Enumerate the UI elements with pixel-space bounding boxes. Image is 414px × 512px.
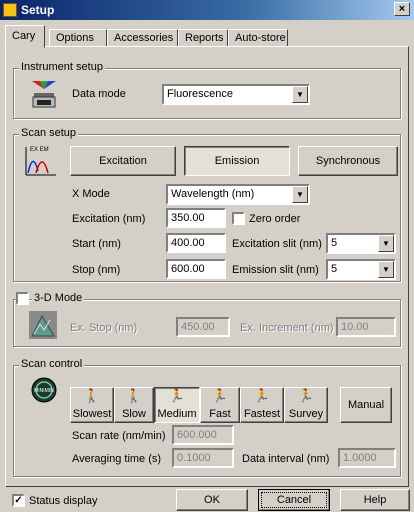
ex-em-icon-caption: EX EM	[30, 147, 49, 153]
scan-setup-legend: Scan setup	[19, 127, 79, 139]
excitation-nm-input[interactable]: 350.00	[166, 208, 226, 228]
help-button[interactable]: Help	[340, 489, 410, 511]
speed-label: Survey	[288, 408, 324, 420]
app-icon	[3, 3, 17, 17]
setup-dialog: Setup × Cary Options Accessories Reports…	[0, 0, 414, 512]
speed-label: Medium	[157, 408, 197, 420]
speed-medium-button[interactable]: 🏃 Medium	[154, 387, 200, 423]
chevron-down-icon[interactable]: ▼	[292, 186, 308, 203]
tab-auto-store[interactable]: Auto-store	[228, 29, 288, 47]
data-mode-select[interactable]: Fluorescence ▼	[162, 84, 310, 105]
scan-rate-label: Scan rate (nm/min)	[72, 430, 166, 442]
stop-nm-input[interactable]: 600.00	[166, 259, 226, 279]
speed-label: Fast	[209, 408, 231, 420]
speed-label: Slow	[122, 408, 146, 420]
running-figure-icon: 🏃	[211, 388, 229, 403]
scan-speed-icon-caption: MINIMIN	[34, 388, 54, 394]
ex-em-spectrum-icon: EX EM	[25, 147, 56, 176]
chevron-down-icon[interactable]: ▼	[292, 86, 308, 103]
zero-order-label: Zero order	[249, 213, 301, 225]
start-nm-label: Start (nm)	[72, 238, 121, 250]
data-mode-label: Data mode	[72, 88, 126, 100]
emission-button[interactable]: Emission	[184, 146, 290, 176]
speed-slow-button[interactable]: 🚶 Slow	[114, 387, 154, 423]
tab-reports[interactable]: Reports	[178, 29, 228, 47]
excitation-slit-select[interactable]: 5 ▼	[326, 233, 396, 254]
excitation-nm-label: Excitation (nm)	[72, 213, 146, 225]
three-d-mode-legend: 3-D Mode	[32, 292, 85, 304]
speed-slowest-button[interactable]: 🚶 Slowest	[70, 387, 114, 423]
tab-accessories[interactable]: Accessories	[107, 29, 178, 47]
manual-button[interactable]: Manual	[340, 387, 392, 423]
data-interval-label: Data interval (nm)	[242, 453, 330, 465]
ex-increment-label: Ex. Increment (nm)	[240, 322, 334, 334]
emission-slit-select[interactable]: 5 ▼	[326, 259, 396, 280]
tab-options[interactable]: Options	[49, 29, 107, 47]
tab-cary[interactable]: Cary	[5, 25, 45, 48]
chevron-down-icon[interactable]: ▼	[378, 235, 394, 252]
dashing-figure-icon: 🏃	[297, 388, 315, 403]
stop-nm-label: Stop (nm)	[72, 264, 121, 276]
ex-increment-input[interactable]: 10.00	[336, 317, 396, 337]
walking-figure-icon: 🚶	[125, 388, 143, 403]
instrument-icon	[32, 81, 56, 108]
window-title: Setup	[21, 3, 55, 17]
averaging-time-input[interactable]: 0.1000	[172, 448, 234, 468]
speed-label: Slowest	[72, 408, 112, 420]
scan-control-legend: Scan control	[19, 358, 85, 370]
emission-slit-label: Emission slit (nm)	[232, 264, 319, 276]
three-d-mode-checkbox[interactable]	[16, 292, 29, 305]
speed-survey-button[interactable]: 🏃 Survey	[284, 387, 328, 423]
excitation-button[interactable]: Excitation	[70, 146, 176, 176]
excitation-slit-label: Excitation slit (nm)	[232, 238, 322, 250]
three-d-mode-icon	[29, 311, 57, 339]
speed-label: Fastest	[243, 408, 281, 420]
x-mode-label: X Mode	[72, 188, 110, 200]
status-display-label: Status display	[29, 495, 98, 507]
speed-fastest-button[interactable]: 🏃 Fastest	[240, 387, 284, 423]
jogging-figure-icon: 🏃	[168, 388, 186, 403]
x-mode-value: Wavelength (nm)	[171, 188, 255, 200]
walking-figure-icon: 🚶	[83, 388, 101, 403]
data-mode-value: Fluorescence	[167, 88, 234, 100]
scan-speed-icon: MINIMIN	[31, 377, 57, 403]
excitation-slit-value: 5	[331, 237, 338, 249]
close-button[interactable]: ×	[394, 2, 410, 16]
synchronous-button[interactable]: Synchronous	[298, 146, 398, 176]
speed-fast-button[interactable]: 🏃 Fast	[200, 387, 240, 423]
x-mode-select[interactable]: Wavelength (nm) ▼	[166, 184, 310, 205]
chevron-down-icon[interactable]: ▼	[378, 261, 394, 278]
ok-button[interactable]: OK	[176, 489, 248, 511]
status-display-checkbox[interactable]: ✓	[12, 494, 25, 507]
emission-slit-value: 5	[331, 263, 338, 275]
start-nm-input[interactable]: 400.00	[166, 233, 226, 253]
data-interval-input[interactable]: 1.0000	[338, 448, 396, 468]
zero-order-checkbox[interactable]	[232, 212, 245, 225]
title-bar[interactable]: Setup ×	[0, 0, 414, 20]
cancel-button[interactable]: Cancel	[258, 489, 330, 511]
sprinting-figure-icon: 🏃	[253, 388, 271, 403]
ex-stop-input[interactable]: 450.00	[176, 317, 230, 337]
ex-stop-label: Ex. Stop (nm)	[70, 322, 138, 334]
instrument-setup-legend: Instrument setup	[19, 61, 105, 73]
scan-rate-input[interactable]: 600.000	[172, 425, 234, 445]
averaging-time-label: Averaging time (s)	[72, 453, 162, 465]
